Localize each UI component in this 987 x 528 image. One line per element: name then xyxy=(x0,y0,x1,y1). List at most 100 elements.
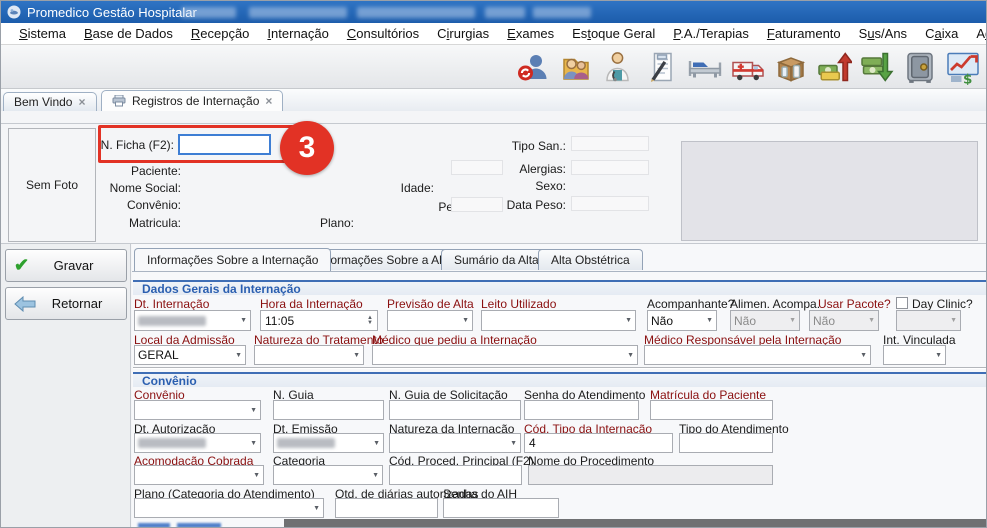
financial-chart-icon[interactable]: $ xyxy=(941,47,984,87)
title-bar: Promedico Gestão Hospitalar xyxy=(1,1,987,23)
cod-tipo-internacao-input[interactable] xyxy=(524,433,673,453)
divider xyxy=(1,123,987,124)
tipo-atendimento-input[interactable] xyxy=(679,433,773,453)
local-admissao-combo[interactable]: GERAL ▼ xyxy=(134,345,246,365)
menu-item-sus-ans[interactable]: Sus/Ans xyxy=(850,24,916,43)
menu-item-faturamento[interactable]: Faturamento xyxy=(758,24,850,43)
dropdown-arrow-icon: ▼ xyxy=(507,440,517,447)
menu-item-exames[interactable]: Exames xyxy=(498,24,563,43)
menu-item-consultorios[interactable]: Consultórios xyxy=(338,24,428,43)
svg-text:$: $ xyxy=(963,71,972,85)
section-dados-gerais: Dados Gerais da Internação xyxy=(133,280,986,295)
menu-item-p-a-terapias[interactable]: P.A./Terapias xyxy=(664,24,758,43)
leito-utilizado-label: Leito Utilizado xyxy=(481,297,556,311)
revenue-up-icon[interactable] xyxy=(812,47,855,87)
idade-label: Idade: xyxy=(384,181,434,195)
matricula-paciente-input[interactable] xyxy=(650,400,773,420)
menu-item-recepcao[interactable]: Recepção xyxy=(182,24,259,43)
close-tab-icon[interactable]: × xyxy=(265,94,272,108)
tab-informacoes-internacao[interactable]: Informações Sobre a Internação xyxy=(134,248,331,271)
alimen-acompa-combo: Não ▼ xyxy=(730,310,800,331)
categoria-combo[interactable]: ▼ xyxy=(273,465,383,485)
dt-emissao-combo[interactable]: ▼ xyxy=(273,433,384,453)
menu-item-caixa[interactable]: Caixa xyxy=(916,24,967,43)
natureza-tratamento-combo[interactable]: ▼ xyxy=(254,345,364,365)
dropdown-arrow-icon: ▼ xyxy=(232,352,242,359)
medico-pediu-combo[interactable]: ▼ xyxy=(372,345,638,365)
menu-item-cirurgias[interactable]: Cirurgias xyxy=(428,24,498,43)
senha-atendimento-input[interactable] xyxy=(524,400,639,420)
previsao-alta-combo[interactable]: ▼ xyxy=(387,310,473,331)
toolbar: $ xyxy=(1,45,987,89)
hospital-bed-icon[interactable] xyxy=(683,47,726,87)
tab-sumario-alta[interactable]: Sumário da Alta xyxy=(441,249,552,270)
paciente-label: Paciente: xyxy=(101,164,181,178)
doctor-icon[interactable] xyxy=(597,47,640,87)
divider xyxy=(133,367,986,369)
dt-internacao-combo[interactable]: ▼ xyxy=(134,310,251,331)
menu-item-estoque-geral[interactable]: Estoque Geral xyxy=(563,24,664,43)
pharmacy-stock-icon[interactable] xyxy=(769,47,812,87)
n-guia-solicitacao-input[interactable] xyxy=(389,400,521,420)
dropdown-arrow-icon: ▼ xyxy=(622,317,632,324)
day-clinic-checkbox[interactable] xyxy=(896,297,908,309)
check-icon: ✔ xyxy=(14,255,29,276)
clipped-next-section-text xyxy=(177,523,221,528)
menu-item-sistema[interactable]: Sistema xyxy=(10,24,75,43)
menu-item-base-de-dados[interactable]: Base de Dados xyxy=(75,24,182,43)
hora-value: 11:05 xyxy=(265,314,294,328)
medico-responsavel-combo[interactable]: ▼ xyxy=(644,345,871,365)
menu-item-internacao[interactable]: Internação xyxy=(258,24,337,43)
tab-bem-vindo[interactable]: Bem Vindo × xyxy=(3,92,97,111)
cod-proced-input[interactable] xyxy=(389,465,522,485)
ambulance-icon[interactable] xyxy=(726,47,769,87)
int-vinculada-combo[interactable]: ▼ xyxy=(883,345,946,365)
photo-placeholder-label: Sem Foto xyxy=(26,178,78,192)
app-window: Promedico Gestão Hospitalar SistemaBase … xyxy=(0,0,987,528)
tab-label: Informações Sobre a Internação xyxy=(147,253,318,267)
patient-sync-icon[interactable] xyxy=(511,47,554,87)
local-admissao-value: GERAL xyxy=(138,348,179,362)
convenio-combo[interactable]: ▼ xyxy=(134,400,261,420)
close-tab-icon[interactable]: × xyxy=(78,95,85,109)
acompanhante-combo[interactable]: Não ▼ xyxy=(647,310,717,331)
menu-item-administracao[interactable]: Administração xyxy=(967,24,987,43)
prescription-icon[interactable] xyxy=(640,47,683,87)
tab-alta-obstetrica[interactable]: Alta Obstétrica xyxy=(538,249,643,270)
dropdown-arrow-icon: ▼ xyxy=(350,352,360,359)
senha-aih-input[interactable] xyxy=(443,498,559,518)
idade-value xyxy=(451,160,503,175)
annotation-step-number: 3 xyxy=(299,131,316,165)
data-peso-value xyxy=(571,196,649,211)
hora-internacao-spinner[interactable]: 11:05 ▲▼ xyxy=(260,310,378,331)
payment-down-icon[interactable] xyxy=(855,47,898,87)
redacted-title-text xyxy=(485,7,525,18)
annotation-highlight-box xyxy=(98,125,294,163)
leito-utilizado-combo[interactable]: ▼ xyxy=(481,310,636,331)
acomodacao-cobrada-combo[interactable]: ▼ xyxy=(134,465,264,485)
dropdown-arrow-icon: ▼ xyxy=(370,440,380,447)
qtd-diarias-input[interactable] xyxy=(335,498,438,518)
hora-internacao-label: Hora da Internação xyxy=(260,297,363,311)
safe-icon[interactable] xyxy=(898,47,941,87)
action-panel xyxy=(1,243,131,528)
dropdown-arrow-icon: ▼ xyxy=(247,407,257,414)
horizontal-splitter[interactable] xyxy=(284,519,986,527)
document-tab-strip: Bem Vindo × Registros de Internação × xyxy=(1,89,987,111)
natureza-internacao-combo[interactable]: ▼ xyxy=(389,433,521,453)
divider xyxy=(132,271,987,272)
window-title: Promedico Gestão Hospitalar xyxy=(27,5,197,20)
plano-categoria-combo[interactable]: ▼ xyxy=(134,498,324,518)
dropdown-arrow-icon: ▼ xyxy=(369,472,379,479)
tab-registros-internacao[interactable]: Registros de Internação × xyxy=(101,90,283,111)
acompanhante-label: Acompanhante? xyxy=(647,297,734,311)
dropdown-arrow-icon: ▼ xyxy=(459,317,469,324)
n-guia-input[interactable] xyxy=(273,400,384,420)
gravar-button[interactable]: ✔ Gravar xyxy=(5,249,127,282)
dropdown-arrow-icon: ▼ xyxy=(703,317,713,324)
spinner-arrows-icon[interactable]: ▲▼ xyxy=(367,316,373,326)
retornar-button[interactable]: Retornar xyxy=(5,287,127,320)
previsao-alta-label: Previsão de Alta xyxy=(387,297,474,311)
patient-records-icon[interactable] xyxy=(554,47,597,87)
dt-autorizacao-combo[interactable]: ▼ xyxy=(134,433,261,453)
